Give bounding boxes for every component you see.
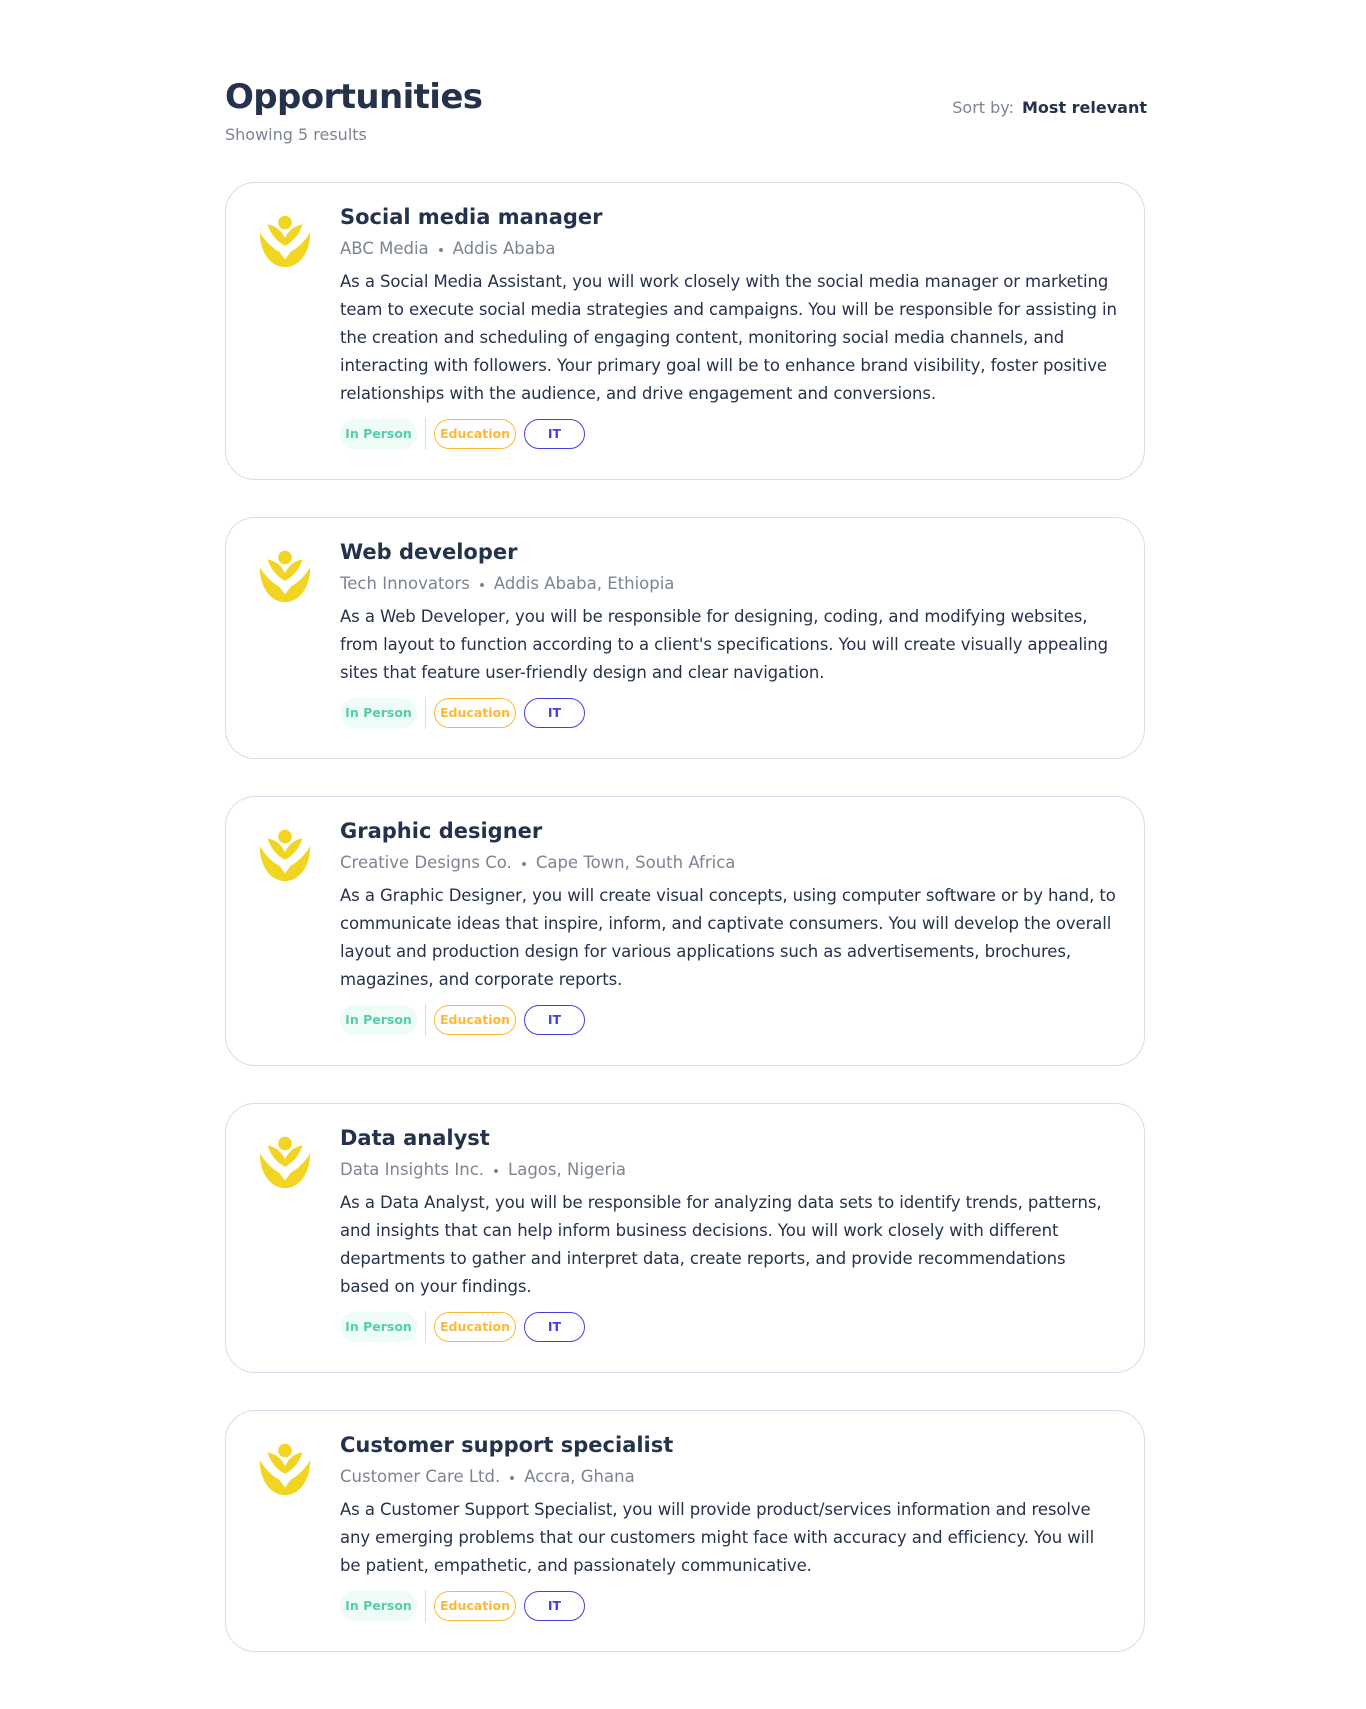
company-name: Creative Designs Co.: [340, 853, 512, 872]
tag-in-person: In Person: [340, 1312, 417, 1342]
company-logo-icon: [259, 215, 311, 268]
job-title[interactable]: Data analyst: [340, 1124, 1118, 1152]
job-tags: In Person Education IT: [340, 1311, 1118, 1343]
job-location: Addis Ababa: [452, 239, 556, 258]
tag-in-person: In Person: [340, 1005, 417, 1035]
job-tags: In Person Education IT: [340, 1004, 1118, 1036]
job-meta: Creative Designs Co. Cape Town, South Af…: [340, 852, 1118, 874]
job-meta: ABC Media Addis Ababa: [340, 238, 1118, 260]
job-card[interactable]: Social media manager ABC Media Addis Aba…: [225, 182, 1145, 480]
job-card-body: Social media manager ABC Media Addis Aba…: [340, 203, 1118, 450]
separator-dot: [479, 583, 484, 587]
job-meta: Tech Innovators Addis Ababa, Ethiopia: [340, 573, 1118, 595]
company-name: ABC Media: [340, 239, 429, 258]
tag-in-person: In Person: [340, 419, 417, 449]
job-title[interactable]: Social media manager: [340, 203, 1118, 231]
tag-it: IT: [524, 1005, 585, 1035]
sort-control[interactable]: Sort by: Most relevant: [952, 97, 1147, 119]
tag-divider: [425, 1311, 426, 1343]
results-count: Showing 5 results: [225, 125, 367, 144]
job-description: As a Social Media Assistant, you will wo…: [340, 272, 1117, 403]
company-name: Tech Innovators: [340, 574, 470, 593]
job-title[interactable]: Customer support specialist: [340, 1431, 1118, 1459]
job-card-body: Customer support specialist Customer Car…: [340, 1431, 1118, 1622]
job-description: As a Data Analyst, you will be responsib…: [340, 1193, 1102, 1296]
tag-divider: [425, 697, 426, 729]
tag-education: Education: [434, 1591, 516, 1621]
separator-dot: [521, 862, 526, 866]
tag-education: Education: [434, 698, 516, 728]
job-location: Addis Ababa, Ethiopia: [493, 574, 675, 593]
separator-dot: [494, 1169, 499, 1173]
tag-it: IT: [524, 1312, 585, 1342]
job-location: Accra, Ghana: [524, 1467, 635, 1486]
page-header: Opportunities Showing 5 results Sort by:…: [225, 0, 1147, 180]
company-name: Customer Care Ltd.: [340, 1467, 501, 1486]
sort-label: Sort by:: [952, 98, 1014, 117]
job-meta: Data Insights Inc. Lagos, Nigeria: [340, 1159, 1118, 1181]
company-logo-icon: [259, 1136, 311, 1189]
tag-education: Education: [434, 419, 516, 449]
job-card[interactable]: Customer support specialist Customer Car…: [225, 1410, 1145, 1652]
job-card-body: Graphic designer Creative Designs Co. Ca…: [340, 817, 1118, 1036]
job-title[interactable]: Graphic designer: [340, 817, 1118, 845]
opportunities-page: Opportunities Showing 5 results Sort by:…: [225, 0, 1147, 1652]
job-card-body: Data analyst Data Insights Inc. Lagos, N…: [340, 1124, 1118, 1343]
tag-divider: [425, 1590, 426, 1622]
job-tags: In Person Education IT: [340, 697, 1118, 729]
job-location: Cape Town, South Africa: [535, 853, 736, 872]
job-title[interactable]: Web developer: [340, 538, 1118, 566]
job-card[interactable]: Web developer Tech Innovators Addis Abab…: [225, 517, 1145, 759]
sort-dropdown[interactable]: Most relevant: [1022, 97, 1147, 119]
job-tags: In Person Education IT: [340, 1590, 1118, 1622]
job-tags: In Person Education IT: [340, 418, 1118, 450]
tag-divider: [425, 1004, 426, 1036]
job-description: As a Customer Support Specialist, you wi…: [340, 1500, 1095, 1575]
tag-in-person: In Person: [340, 698, 417, 728]
job-description: As a Graphic Designer, you will create v…: [340, 886, 1116, 989]
job-location: Lagos, Nigeria: [508, 1160, 627, 1179]
tag-it: IT: [524, 698, 585, 728]
company-name: Data Insights Inc.: [340, 1160, 485, 1179]
job-card[interactable]: Data analyst Data Insights Inc. Lagos, N…: [225, 1103, 1145, 1373]
tag-it: IT: [524, 1591, 585, 1621]
job-card[interactable]: Graphic designer Creative Designs Co. Ca…: [225, 796, 1145, 1066]
separator-dot: [438, 248, 443, 252]
company-logo-icon: [259, 1443, 311, 1496]
page-title: Opportunities: [225, 77, 483, 117]
tag-education: Education: [434, 1005, 516, 1035]
separator-dot: [510, 1476, 515, 1480]
job-card-body: Web developer Tech Innovators Addis Abab…: [340, 538, 1118, 729]
job-meta: Customer Care Ltd. Accra, Ghana: [340, 1466, 1118, 1488]
job-description: As a Web Developer, you will be responsi…: [340, 607, 1109, 682]
tag-divider: [425, 418, 426, 450]
company-logo-icon: [259, 829, 311, 882]
tag-in-person: In Person: [340, 1591, 417, 1621]
tag-education: Education: [434, 1312, 516, 1342]
tag-it: IT: [524, 419, 585, 449]
company-logo-icon: [259, 550, 311, 603]
